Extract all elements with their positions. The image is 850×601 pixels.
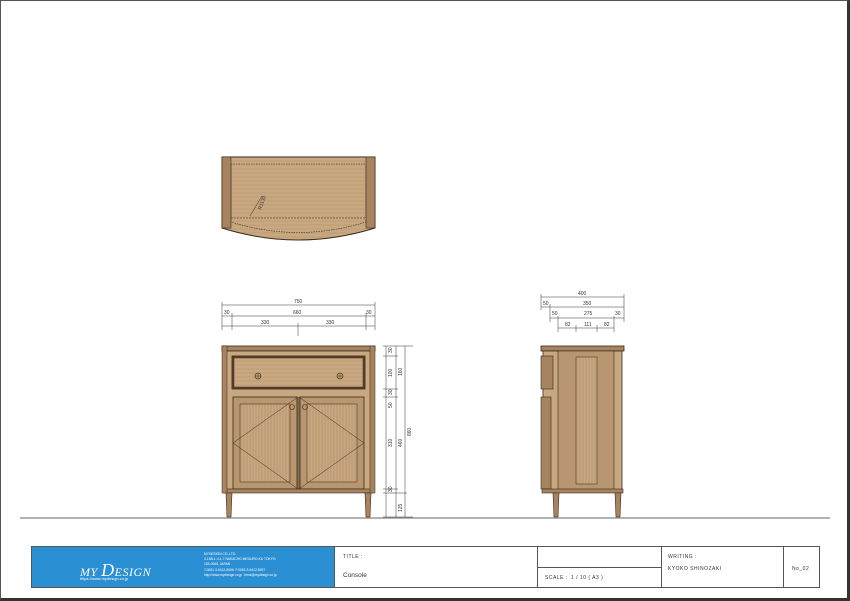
company-logo-panel: MY DESIGN https://www.mydesign.co.jp MYD… xyxy=(32,547,334,587)
front-hg-1: 160 xyxy=(398,367,404,376)
writing-value: KYOKO SHINOZAKI xyxy=(668,566,722,572)
title-block: MY DESIGN https://www.mydesign.co.jp MYD… xyxy=(31,546,820,588)
top-view: R1130 xyxy=(221,156,376,241)
scale-label: SCALE : xyxy=(545,575,568,581)
front-hg-2: 460 xyxy=(398,438,404,447)
side-r3-a: 82 xyxy=(565,322,571,328)
side-r2-b: 275 xyxy=(584,311,593,317)
side-view: 400 50 350 50 275 30 82 111 82 xyxy=(540,291,625,518)
front-h-6: 30 xyxy=(388,486,394,492)
front-hg-3: 125 xyxy=(398,503,404,512)
sheet-number: No_02 xyxy=(792,566,810,572)
side-r2-c: 30 xyxy=(615,311,621,317)
side-r3-b: 111 xyxy=(584,322,592,328)
front-h-1: 30 xyxy=(388,347,394,353)
front-h-4: 50 xyxy=(388,402,394,408)
front-seg-left: 30 xyxy=(224,310,230,316)
front-sub-right: 330 xyxy=(326,320,335,326)
title-value: Console xyxy=(343,572,367,579)
front-seg-mid: 660 xyxy=(293,310,302,316)
writing-label: WRITING : xyxy=(668,554,697,560)
front-overall-height: 860 xyxy=(407,427,413,436)
front-h-3: 30 xyxy=(388,389,394,395)
front-sub-left: 330 xyxy=(261,320,270,326)
writing-cell: WRITING : KYOKO SHINOZAKI xyxy=(661,547,783,587)
side-depth-label: 400 xyxy=(578,291,587,297)
side-r3-c: 82 xyxy=(604,322,610,328)
front-view: 750 30 660 30 330 330 30 100 30 50 310 3… xyxy=(221,299,413,518)
number-cell: No_02 xyxy=(783,547,820,587)
furniture-drawing: R1130 750 30 660 30 330 330 30 100 30 50… xyxy=(20,156,830,519)
scale-value: 1 / 10 ( A3 ) xyxy=(571,575,604,581)
front-h-5: 310 xyxy=(388,438,394,447)
title-label: TITLE : xyxy=(343,554,363,560)
side-r1-a: 50 xyxy=(543,301,549,307)
scale-cell: SCALE : 1 / 10 ( A3 ) xyxy=(537,547,661,587)
side-r2-a: 50 xyxy=(552,311,558,317)
side-r1-b: 350 xyxy=(583,301,592,307)
front-width-label: 750 xyxy=(294,299,303,305)
title-cell: TITLE : Console xyxy=(334,547,537,587)
front-h-2: 100 xyxy=(388,368,394,377)
company-address: MYDESIGN CO.,LTD. 3-16B-1-4-1-7 NAKACHO … xyxy=(204,552,277,577)
front-seg-right: 30 xyxy=(366,310,372,316)
logo-url: https://www.mydesign.co.jp xyxy=(80,576,129,581)
